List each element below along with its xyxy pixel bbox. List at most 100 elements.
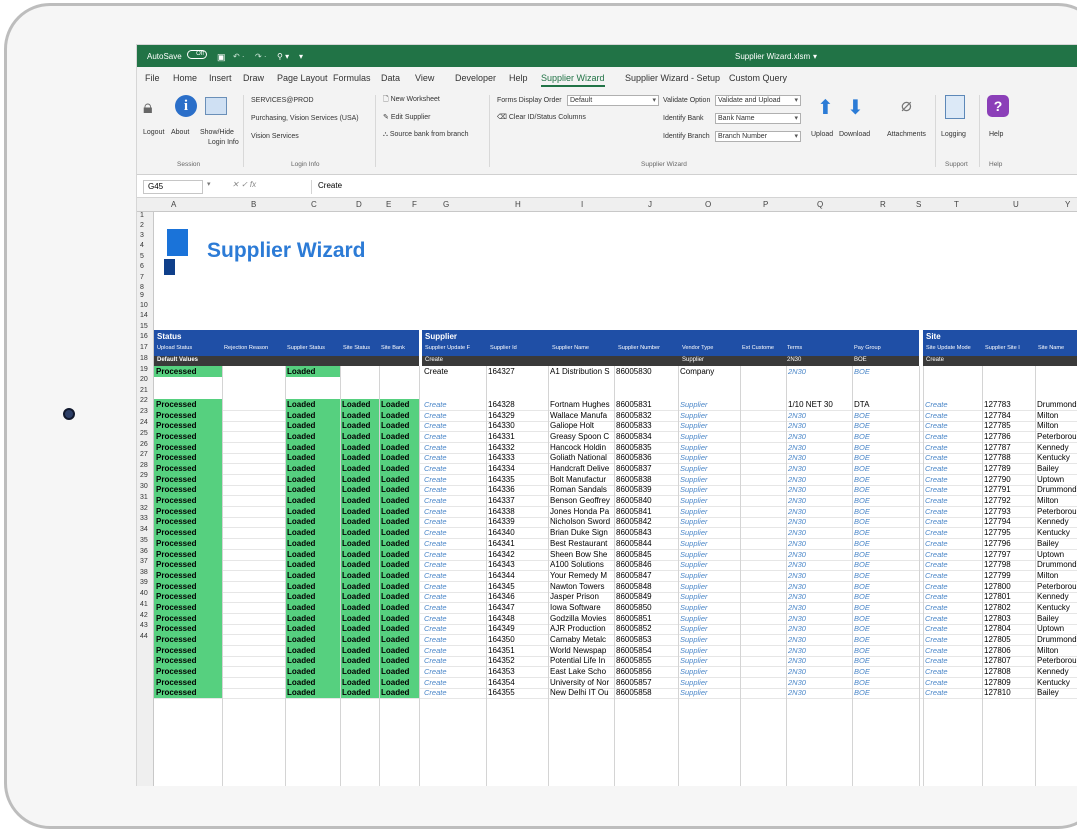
supplier-number-cell[interactable]: 86005852 <box>614 623 678 634</box>
supplier-id-cell[interactable]: 164336 <box>486 484 548 495</box>
row-number[interactable]: 23 <box>140 408 148 415</box>
row-number[interactable]: 10 <box>140 302 148 309</box>
site-status-cell[interactable]: Loaded <box>340 687 379 698</box>
upload-arrow-icon[interactable]: ⬆ <box>817 95 834 120</box>
site-name-cell[interactable]: Kennedy <box>1035 591 1077 602</box>
col-b[interactable]: B <box>251 200 256 209</box>
row-number[interactable]: 6 <box>140 263 144 270</box>
supplier-name-cell[interactable]: Roman Sandals <box>548 484 614 495</box>
site-name-cell[interactable]: Kentucky <box>1035 452 1077 463</box>
supplier-site-id-cell[interactable]: 127808 <box>982 666 1035 677</box>
identify-branch-select[interactable]: Branch Number ▾ <box>715 131 801 142</box>
site-bank-status-cell[interactable]: Loaded <box>379 623 419 634</box>
supplier-site-id-cell[interactable]: 127786 <box>982 431 1035 442</box>
site-bank-status-cell[interactable]: Loaded <box>379 463 419 474</box>
logging-icon[interactable] <box>945 95 965 119</box>
row-number[interactable]: 19 <box>140 366 148 373</box>
supplier-name-cell[interactable]: Brian Duke Sign <box>548 527 614 538</box>
rejection-reason-cell[interactable] <box>222 399 285 410</box>
site-status-cell[interactable]: Loaded <box>340 570 379 581</box>
site-bank-status-cell[interactable]: Loaded <box>379 687 419 698</box>
rejection-reason-cell[interactable] <box>222 591 285 602</box>
site-bank-status-cell[interactable]: Loaded <box>379 452 419 463</box>
row-number[interactable]: 24 <box>140 419 148 426</box>
supplier-name-cell[interactable]: Benson Geoffrey <box>548 495 614 506</box>
update-mode-cell[interactable]: Create <box>422 516 486 527</box>
rejection-reason-cell[interactable] <box>222 634 285 645</box>
rejection-reason-cell[interactable] <box>222 602 285 613</box>
vendor-type-cell[interactable]: Supplier <box>678 527 740 538</box>
supplier-name-cell[interactable]: Galiope Holt <box>548 420 614 431</box>
update-mode-cell[interactable]: Create <box>422 399 486 410</box>
upload-status-cell[interactable]: Processed <box>154 591 222 602</box>
formula-buttons[interactable]: ✕ ✓ fx <box>232 180 302 189</box>
pay-group-cell[interactable]: BOE <box>852 602 919 613</box>
supplier-status-cell[interactable]: Loaded <box>285 516 340 527</box>
update-mode-cell[interactable]: Create <box>422 570 486 581</box>
vendor-type-cell[interactable]: Supplier <box>678 538 740 549</box>
upload-status-cell[interactable]: Processed <box>154 634 222 645</box>
site-status-cell[interactable]: Loaded <box>340 623 379 634</box>
site-bank-status-cell[interactable]: Loaded <box>379 495 419 506</box>
supplier-number-cell[interactable]: 86005849 <box>614 591 678 602</box>
supplier-number-cell[interactable]: 86005853 <box>614 634 678 645</box>
site-status-cell[interactable]: Loaded <box>340 527 379 538</box>
supplier-site-id-cell[interactable]: 127805 <box>982 634 1035 645</box>
row-number[interactable]: 27 <box>140 451 148 458</box>
site-status-cell[interactable]: Loaded <box>340 431 379 442</box>
site-status-cell[interactable]: Loaded <box>340 666 379 677</box>
supplier-id-cell[interactable]: 164349 <box>486 623 548 634</box>
site-name-cell[interactable]: Uptown <box>1035 623 1077 634</box>
row-number[interactable]: 36 <box>140 548 148 555</box>
site-status-cell[interactable]: Loaded <box>340 399 379 410</box>
upload-status-cell[interactable]: Processed <box>154 687 222 698</box>
update-mode-cell[interactable]: Create <box>422 431 486 442</box>
pay-group-cell[interactable]: BOE <box>852 623 919 634</box>
site-update-mode-cell[interactable]: Create <box>923 634 982 645</box>
site-update-mode-cell[interactable]: Create <box>923 591 982 602</box>
supplier-status-cell[interactable]: Loaded <box>285 399 340 410</box>
about-button[interactable]: About <box>171 129 189 136</box>
upload-status-cell[interactable]: Processed <box>154 452 222 463</box>
site-name-cell[interactable]: Kentucky <box>1035 602 1077 613</box>
site-name-cell[interactable]: Kennedy <box>1035 516 1077 527</box>
supplier-id-cell[interactable]: 164343 <box>486 559 548 570</box>
site-update-mode-cell[interactable]: Create <box>923 516 982 527</box>
row-number[interactable]: 21 <box>140 387 148 394</box>
supplier-name-cell[interactable]: A1 Distribution S <box>548 366 614 377</box>
update-mode-cell[interactable]: Create <box>422 463 486 474</box>
supplier-site-id-cell[interactable]: 127796 <box>982 538 1035 549</box>
logout-button[interactable]: Logout <box>143 129 164 136</box>
row-number[interactable]: 34 <box>140 526 148 533</box>
supplier-status-cell[interactable]: Loaded <box>285 602 340 613</box>
supplier-name-cell[interactable]: Best Restaurant <box>548 538 614 549</box>
row-number[interactable]: 3 <box>140 232 144 239</box>
site-update-mode-cell[interactable]: Create <box>923 559 982 570</box>
rejection-reason-cell[interactable] <box>222 484 285 495</box>
showhide-button[interactable]: Show/Hide <box>200 129 234 136</box>
vendor-type-cell[interactable]: Supplier <box>678 452 740 463</box>
col-y[interactable]: Y <box>1065 200 1070 209</box>
site-name-cell[interactable]: Drummond <box>1035 399 1077 410</box>
supplier-site-id-cell[interactable]: 127799 <box>982 570 1035 581</box>
site-status-cell[interactable]: Loaded <box>340 538 379 549</box>
new-worksheet-button[interactable]: 🗋︎ New Worksheet <box>383 95 440 106</box>
upload-status-cell[interactable]: Processed <box>154 570 222 581</box>
supplier-status-cell[interactable]: Loaded <box>285 623 340 634</box>
col-u[interactable]: U <box>1013 200 1019 209</box>
terms-cell[interactable]: 2N30 <box>786 687 852 698</box>
upload-status-cell[interactable]: Processed <box>154 366 222 377</box>
terms-cell[interactable]: 2N30 <box>786 602 852 613</box>
attachments-button[interactable]: Attachments <box>887 131 926 138</box>
row-number[interactable]: 17 <box>140 344 148 351</box>
supplier-status-cell[interactable]: Loaded <box>285 484 340 495</box>
supplier-name-cell[interactable]: Potential Life In <box>548 655 614 666</box>
pay-group-cell[interactable]: BOE <box>852 431 919 442</box>
site-update-mode-cell[interactable]: Create <box>923 431 982 442</box>
vendor-type-cell[interactable]: Supplier <box>678 634 740 645</box>
supplier-id-cell[interactable]: 164334 <box>486 463 548 474</box>
supplier-name-cell[interactable]: Handcraft Delive <box>548 463 614 474</box>
supplier-name-cell[interactable]: Your Remedy M <box>548 570 614 581</box>
supplier-name-cell[interactable]: Greasy Spoon C <box>548 431 614 442</box>
supplier-id-cell[interactable]: 164347 <box>486 602 548 613</box>
